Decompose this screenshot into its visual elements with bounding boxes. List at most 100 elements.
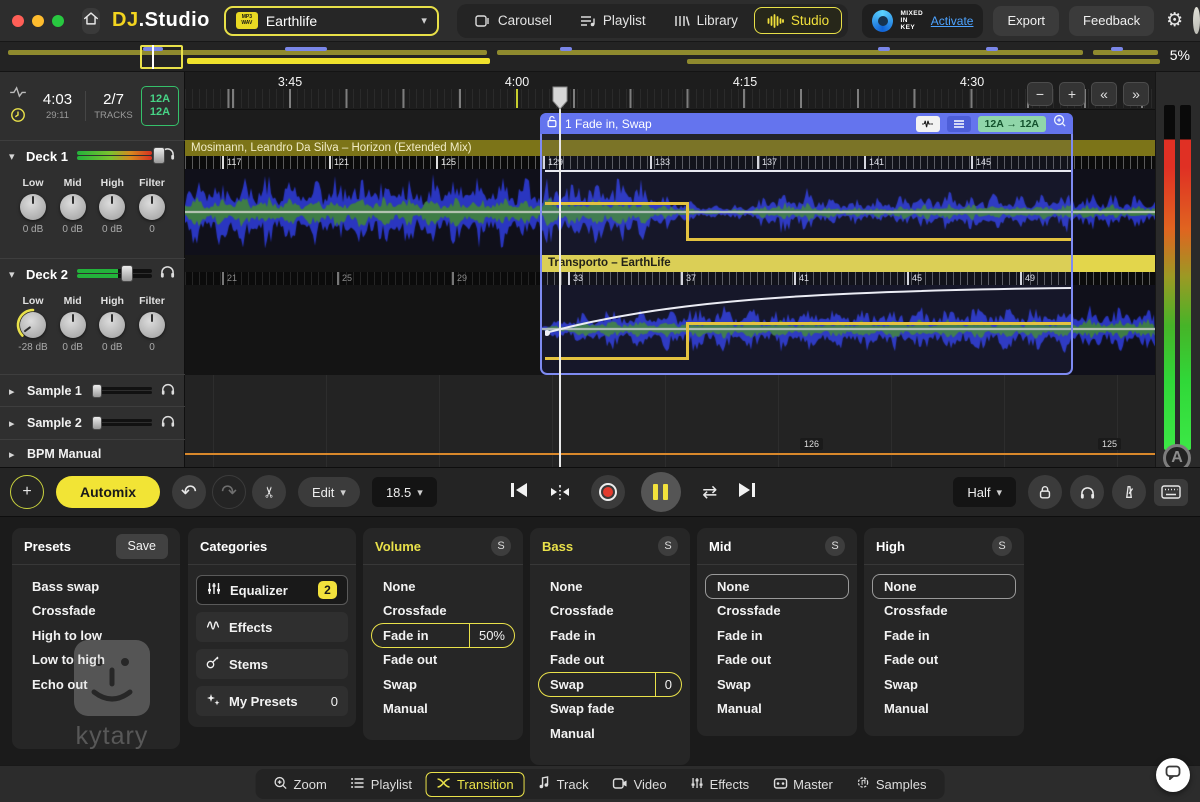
tab-track[interactable]: Track	[529, 772, 599, 796]
transition-option[interactable]: Manual	[705, 697, 849, 722]
edit-dropdown[interactable]: Edit ▾	[298, 477, 360, 507]
settings-gear-icon[interactable]: ⚙	[1166, 9, 1183, 32]
transition-option[interactable]: Crossfade	[872, 599, 1016, 624]
tab-effects[interactable]: Effects	[681, 773, 760, 796]
tab-playlist-view[interactable]: Playlist	[341, 773, 422, 796]
minimize-window-button[interactable]	[32, 14, 44, 27]
expand-chevron-icon[interactable]: ▸	[9, 385, 19, 398]
eq-knob[interactable]: Filter 0	[134, 295, 170, 353]
transition-option[interactable]: Fade in 50%	[371, 623, 515, 648]
category-effects[interactable]: Effects	[196, 612, 348, 642]
skip-forward-button[interactable]	[737, 481, 757, 504]
eq-knob[interactable]: High 0 dB	[94, 295, 130, 353]
preset-item[interactable]: High to low	[20, 623, 172, 648]
tab-carousel[interactable]: Carousel	[463, 8, 564, 33]
bpm-automation-line[interactable]	[185, 453, 1155, 455]
zoom-in-button[interactable]: +	[1059, 82, 1085, 106]
tab-video[interactable]: Video	[603, 773, 677, 796]
deck2-volume-fader[interactable]	[76, 265, 152, 282]
category-my-presets[interactable]: My Presets 0	[196, 686, 348, 716]
transition-option[interactable]: Swap fade	[538, 697, 682, 722]
sample1-volume-fader[interactable]	[91, 384, 152, 398]
tab-transition[interactable]: Transition	[425, 771, 525, 797]
transition-option[interactable]: None	[872, 574, 1016, 599]
avatar[interactable]	[1193, 7, 1200, 34]
skip-back-button[interactable]	[509, 481, 529, 504]
timeline-minimap[interactable]: 5%	[0, 42, 1200, 72]
transition-option[interactable]: Fade in	[538, 623, 682, 648]
time-ruler[interactable]: 3:45 4:00 4:15 4:30	[185, 72, 1155, 110]
transition-option[interactable]: Crossfade	[705, 599, 849, 624]
transition-header[interactable]: 1 Fade in, Swap 12A → 12A	[540, 113, 1073, 134]
sample2-volume-fader[interactable]	[91, 416, 152, 430]
chat-support-button[interactable]	[1156, 758, 1190, 792]
zoom-out-button[interactable]: −	[1027, 82, 1053, 106]
transition-option[interactable]: Swap	[371, 672, 515, 697]
maximize-window-button[interactable]	[52, 14, 64, 27]
cut-button[interactable]: ✂	[252, 475, 286, 509]
transition-option[interactable]: Swap 0	[538, 672, 682, 697]
stretch-mode-dropdown[interactable]: Half ▾	[953, 477, 1016, 507]
transition-option[interactable]: None	[705, 574, 849, 599]
seek-forward-button[interactable]: »	[1123, 82, 1149, 106]
headphones-cue-icon[interactable]	[159, 264, 176, 284]
transition-option[interactable]: Swap	[705, 672, 849, 697]
waveform-view-toggle[interactable]	[915, 115, 940, 132]
preset-item[interactable]: Bass swap	[20, 574, 172, 599]
preset-item[interactable]: Echo out	[20, 672, 172, 697]
record-button[interactable]	[590, 475, 625, 509]
undo-button[interactable]: ↶	[172, 475, 206, 509]
category-stems[interactable]: Stems	[196, 649, 348, 679]
deck1-volume-fader[interactable]	[76, 147, 165, 164]
pause-button[interactable]	[640, 472, 681, 512]
automix-button[interactable]: Automix	[56, 476, 160, 508]
grid-size-dropdown[interactable]: 18.5 ▾	[371, 477, 437, 507]
transition-option[interactable]: Manual	[872, 697, 1016, 722]
transition-option[interactable]: None	[371, 574, 515, 599]
solo-button[interactable]: S	[491, 536, 511, 556]
tab-library[interactable]: Library	[662, 8, 750, 33]
solo-button[interactable]: S	[825, 536, 845, 556]
snap-playhead-button[interactable]	[543, 475, 577, 509]
preset-item[interactable]: Low to high	[20, 648, 172, 673]
tab-playlist[interactable]: Playlist	[568, 8, 658, 33]
transition-option[interactable]: Fade in	[705, 623, 849, 648]
lock-button[interactable]	[1028, 475, 1062, 509]
activate-link[interactable]: Activate	[931, 14, 974, 28]
preset-item[interactable]: Crossfade	[20, 599, 172, 624]
playhead-handle[interactable]	[552, 86, 568, 112]
home-button[interactable]	[82, 7, 100, 34]
solo-button[interactable]: S	[658, 536, 678, 556]
shortcuts-button[interactable]	[1154, 478, 1188, 506]
zoom-in-transition-icon[interactable]	[1053, 114, 1067, 133]
expand-chevron-icon[interactable]: ▸	[9, 417, 19, 430]
tab-zoom[interactable]: Zoom	[264, 772, 337, 797]
transition-option[interactable]: Crossfade	[371, 599, 515, 624]
transition-option[interactable]: None	[538, 574, 682, 599]
collapse-chevron-icon[interactable]: ▾	[9, 268, 19, 281]
metronome-button[interactable]	[1112, 475, 1146, 509]
minimap-viewport[interactable]	[140, 45, 183, 69]
redo-button[interactable]: ↷	[212, 475, 246, 509]
eq-knob[interactable]: High 0 dB	[94, 177, 130, 235]
add-track-button[interactable]: +	[10, 475, 44, 509]
tab-samples[interactable]: Samples	[847, 772, 937, 796]
timeline-lanes[interactable]: Mosimann, Leandro Da Silva – Horizon (Ex…	[185, 110, 1155, 467]
bpm-marker[interactable]: 126	[800, 438, 824, 450]
transition-option[interactable]: Fade out	[371, 648, 515, 673]
solo-button[interactable]: S	[992, 536, 1012, 556]
option-value[interactable]: 0	[654, 673, 681, 696]
cue-monitor-button[interactable]	[1070, 475, 1104, 509]
eq-knob[interactable]: Filter 0	[134, 177, 170, 235]
transition-option[interactable]: Fade out	[872, 648, 1016, 673]
project-selector[interactable]: MP3 WAV Earthlife ▾	[223, 5, 439, 36]
tab-master[interactable]: Master	[763, 773, 843, 796]
eq-knob[interactable]: Low 0 dB	[15, 177, 51, 235]
category-equalizer[interactable]: Equalizer 2	[196, 575, 348, 605]
eq-knob[interactable]: Mid 0 dB	[55, 295, 91, 353]
option-value[interactable]: 50%	[468, 624, 514, 647]
collapse-chevron-icon[interactable]: ▾	[9, 150, 19, 163]
lock-icon[interactable]	[546, 115, 558, 133]
transition-option[interactable]: Swap	[872, 672, 1016, 697]
transition-option[interactable]: Fade out	[538, 648, 682, 673]
